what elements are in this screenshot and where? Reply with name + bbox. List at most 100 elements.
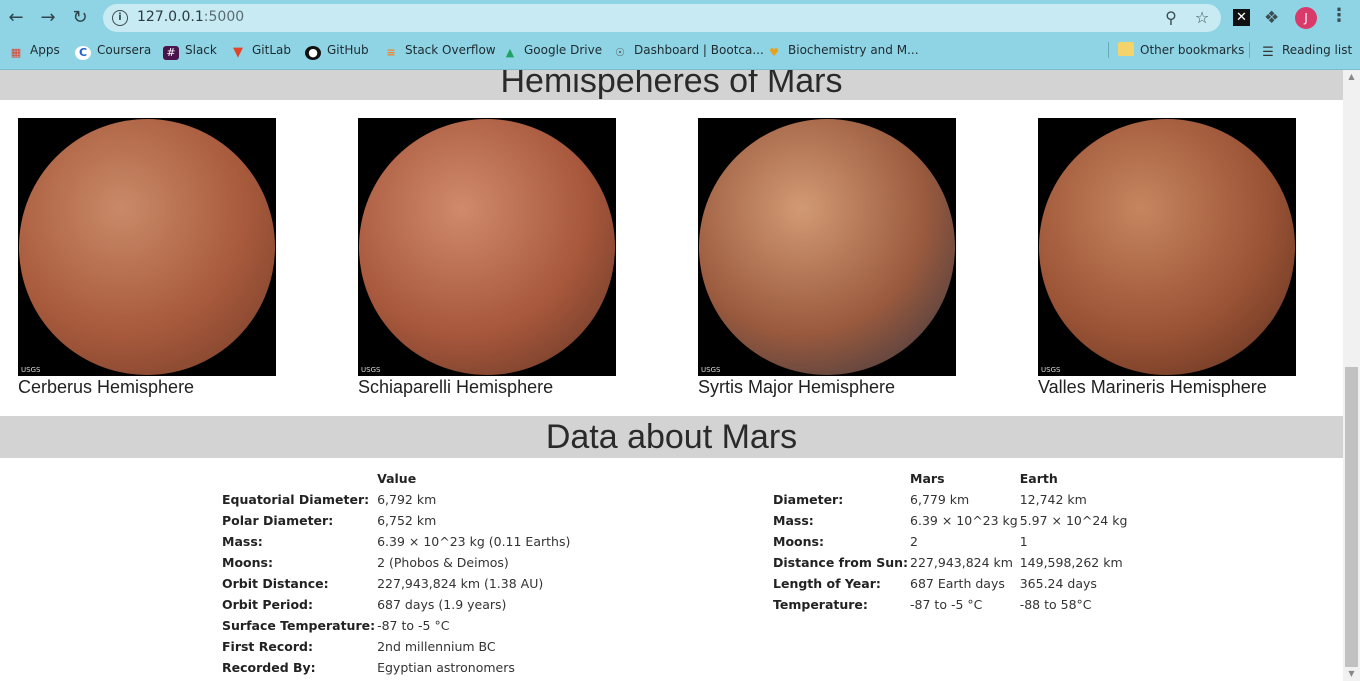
row-label: Orbit Distance: [222, 576, 329, 591]
table-row: Surface Temperature: -87 to -5 °C [222, 615, 572, 636]
row-value: -87 to -5 °C [377, 618, 450, 633]
bookmark-star-icon[interactable]: ☆ [1192, 8, 1212, 28]
table-row: Length of Year: 687 Earth days 365.24 days [773, 573, 1129, 594]
usgs-logo: USGS [361, 366, 381, 374]
table-header-row: Value [222, 468, 572, 489]
table-row: Orbit Period: 687 days (1.9 years) [222, 594, 572, 615]
google-drive-icon: ▲ [505, 46, 515, 59]
row-value: 6,792 km [377, 492, 437, 507]
hemisphere-card: USGS Cerberus Hemisphere [18, 118, 318, 398]
scroll-down-arrow-icon[interactable]: ▼ [1343, 669, 1360, 679]
table-row: Distance from Sun: 227,943,824 km 149,598,… [773, 552, 1129, 573]
url-text[interactable]: 127.0.0.1:5000 [137, 9, 244, 25]
mars-value: 227,943,824 km [910, 555, 1013, 570]
bookmark-dashboard[interactable]: ☉ Dashboard | Bootca... [612, 41, 764, 59]
row-value: 6.39 × 10^23 kg (0.11 Earths) [377, 534, 571, 549]
table-row: Diameter: 6,779 km 12,742 km [773, 489, 1129, 510]
slack-icon: # [163, 46, 179, 60]
usgs-logo: USGS [701, 366, 721, 374]
row-label: Recorded By: [222, 660, 316, 675]
table-row: Polar Diameter: 6,752 km [222, 510, 572, 531]
table-row: Equatorial Diameter: 6,792 km [222, 489, 572, 510]
earth-value: 149,598,262 km [1019, 555, 1123, 570]
hemisphere-title: Valles Marineris Hemisphere [1038, 377, 1267, 397]
back-arrow-icon[interactable]: ← [4, 6, 28, 30]
mars-facts-table: Value Equatorial Diameter: 6,792 km Polar… [222, 468, 572, 678]
row-value: Egyptian astronomers [377, 660, 515, 675]
reading-list-icon: ☰ [1262, 45, 1274, 60]
bookmark-other[interactable]: Other bookmarks [1118, 41, 1244, 59]
hemisphere-title: Syrtis Major Hemisphere [698, 377, 896, 397]
table-row: Moons: 2 (Phobos & Deimos) [222, 552, 572, 573]
earth-value: 5.97 × 10^24 kg [1019, 513, 1128, 528]
coursera-icon: C [75, 46, 91, 60]
bookmark-gitlab[interactable]: ▼ GitLab [230, 41, 291, 60]
reload-icon[interactable]: ↻ [68, 6, 92, 30]
table-row: Orbit Distance: 227,943,824 km (1.38 AU) [222, 573, 572, 594]
page-scrollbar[interactable]: ▲ ▼ [1343, 70, 1360, 681]
github-icon: ● [305, 46, 321, 60]
table-row: Temperature: -87 to -5 °C -88 to 58°C [773, 594, 1129, 615]
table-row: Mass: 6.39 × 10^23 kg 5.97 × 10^24 kg [773, 510, 1129, 531]
scrollbar-thumb[interactable] [1345, 367, 1358, 667]
bookmark-favicon-icon: ♥ [769, 46, 779, 59]
browser-chrome: ← → ↻ i 127.0.0.1:5000 ⚲ ☆ ✕ ❖ J ⋮ ▦ Apps… [0, 0, 1360, 70]
usgs-logo: USGS [21, 366, 41, 374]
bookmark-biochemistry[interactable]: ♥ Biochemistry and M... [766, 41, 918, 59]
planet-mars-image [699, 119, 955, 375]
extension-x-icon[interactable]: ✕ [1233, 9, 1250, 26]
bookmarks-bar: ▦ Apps C Coursera # Slack ▼ GitLab ● GitHub ≡… [0, 38, 1360, 62]
table-row: First Record: 2nd millennium BC [222, 636, 572, 657]
browser-menu-icon[interactable]: ⋮ [1330, 5, 1348, 26]
mars-earth-comparison-table: Mars Earth Diameter: 6,779 km 12,742 km Ma… [773, 468, 1129, 615]
browser-toolbar: ← → ↻ i 127.0.0.1:5000 ⚲ ☆ ✕ ❖ J ⋮ [0, 0, 1360, 36]
bookmark-coursera[interactable]: C Coursera [75, 41, 151, 60]
row-label: Temperature: [773, 597, 868, 612]
row-value: 2 (Phobos & Deimos) [377, 555, 509, 570]
scroll-up-arrow-icon[interactable]: ▲ [1343, 72, 1360, 82]
profile-avatar[interactable]: J [1295, 7, 1317, 29]
hemisphere-title: Schiaparelli Hemisphere [358, 377, 554, 397]
row-label: Moons: [222, 555, 273, 570]
hemisphere-image[interactable]: USGS [1038, 118, 1296, 376]
facts-heading-band: Data about Mars [0, 416, 1343, 458]
mars-value: 6,779 km [910, 492, 970, 507]
bookmark-github[interactable]: ● GitHub [305, 41, 369, 60]
earth-value: 365.24 days [1019, 576, 1097, 591]
row-label: Mass: [773, 513, 814, 528]
table-header-cell [773, 468, 910, 489]
bookmark-slack[interactable]: # Slack [163, 41, 217, 60]
row-label: Surface Temperature: [222, 618, 376, 633]
forward-arrow-icon[interactable]: → [36, 6, 60, 30]
row-label: Diameter: [773, 492, 844, 507]
row-label: Equatorial Diameter: [222, 492, 370, 507]
address-bar[interactable]: i 127.0.0.1:5000 ⚲ ☆ [103, 4, 1221, 32]
row-label: Moons: [773, 534, 824, 549]
table-header-cell [222, 468, 377, 489]
bookmark-apps[interactable]: ▦ Apps [8, 41, 60, 59]
hemisphere-image[interactable]: USGS [358, 118, 616, 376]
planet-mars-image [359, 119, 615, 375]
bookmark-reading-list[interactable]: ☰ Reading list [1260, 41, 1352, 60]
hemisphere-image[interactable]: USGS [18, 118, 276, 376]
row-value: 227,943,824 km (1.38 AU) [377, 576, 544, 591]
hemispheres-heading-band: Hemispeheres of Mars [0, 70, 1343, 100]
folder-icon [1118, 42, 1134, 56]
bookmark-separator [1249, 42, 1250, 58]
mars-value: 6.39 × 10^23 kg [910, 513, 1018, 528]
gitlab-icon: ▼ [233, 45, 243, 60]
hemisphere-image[interactable]: USGS [698, 118, 956, 376]
extensions-puzzle-icon[interactable]: ❖ [1264, 8, 1279, 28]
site-info-icon[interactable]: i [112, 10, 128, 26]
earth-value: -88 to 58°C [1019, 597, 1092, 612]
table-row: Moons: 2 1 [773, 531, 1129, 552]
bookmark-google-drive[interactable]: ▲ Google Drive [502, 41, 602, 59]
hemisphere-card: USGS Valles Marineris Hemisphere [1038, 118, 1338, 398]
earth-value: 1 [1019, 534, 1028, 549]
stackoverflow-icon: ≡ [386, 46, 396, 59]
row-label: Distance from Sun: [773, 555, 909, 570]
hemispheres-heading: Hemispeheres of Mars [500, 70, 843, 100]
zoom-search-icon[interactable]: ⚲ [1161, 8, 1181, 28]
bookmark-stackoverflow[interactable]: ≡ Stack Overflow [383, 41, 495, 59]
mars-value: 2 [910, 534, 918, 549]
